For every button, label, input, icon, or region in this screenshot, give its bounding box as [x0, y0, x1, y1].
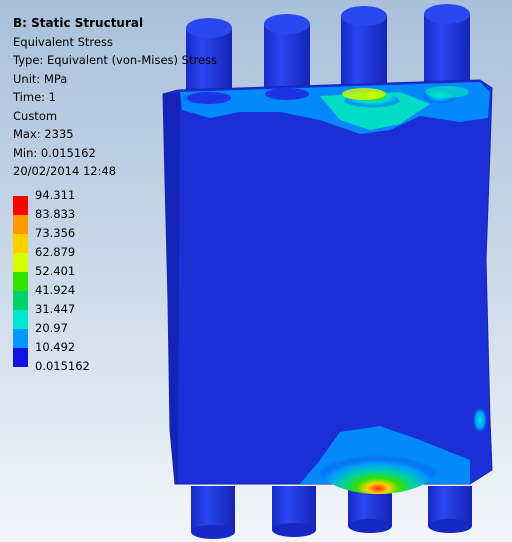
legend-value-label: 52.401 — [35, 264, 76, 278]
graphics-viewport[interactable]: B: Static Structural Equivalent Stress T… — [0, 0, 512, 542]
result-unit: Unit: MPa — [13, 71, 68, 86]
legend-color-swatch — [13, 310, 28, 329]
top-pipe-3[interactable] — [341, 6, 387, 94]
result-timestamp: 20/02/2014 12:48 — [13, 164, 117, 178]
top-pipe-4-collar — [425, 86, 469, 98]
legend-color-swatch — [13, 348, 28, 367]
result-name: Equivalent Stress — [13, 34, 113, 49]
top-pipe-3-collar — [342, 88, 386, 100]
result-min: Min: 0.015162 — [13, 145, 96, 160]
result-type: Type: Equivalent (von-Mises) Stress — [13, 53, 217, 67]
legend-value-label: 94.311 — [35, 188, 76, 202]
legend-color-swatch — [13, 215, 28, 234]
legend-value-label: 31.447 — [35, 302, 76, 316]
bottom-pipe-1[interactable] — [191, 486, 235, 539]
legend-color-swatch — [13, 291, 28, 310]
legend-color-swatch — [13, 329, 28, 348]
legend-value-label: 83.833 — [35, 207, 76, 221]
legend-color-swatch — [13, 234, 28, 253]
top-pipe-2-collar — [265, 88, 309, 100]
result-info-panel: B: Static Structural Equivalent Stress T… — [13, 14, 217, 181]
bottom-pipe-2[interactable] — [272, 486, 316, 537]
legend-value-label: 62.879 — [35, 245, 76, 259]
legend-value-label: 20.97 — [35, 321, 68, 335]
result-max: Max: 2335 — [13, 127, 74, 141]
result-time: Time: 1 — [13, 90, 56, 104]
bottom-pipe-4[interactable] — [428, 486, 472, 533]
legend-value-label: 0.015162 — [35, 359, 90, 373]
legend-mode: Custom — [13, 108, 58, 123]
legend-color-swatch — [13, 196, 28, 215]
legend-value-label: 10.492 — [35, 340, 76, 354]
legend-color-swatch — [13, 253, 28, 272]
legend-color-swatch — [13, 272, 28, 291]
legend-value-label: 41.924 — [35, 283, 76, 297]
legend-value-label: 73.356 — [35, 226, 76, 240]
analysis-title: B: Static Structural — [13, 16, 144, 30]
top-pipe-2[interactable] — [264, 14, 310, 94]
